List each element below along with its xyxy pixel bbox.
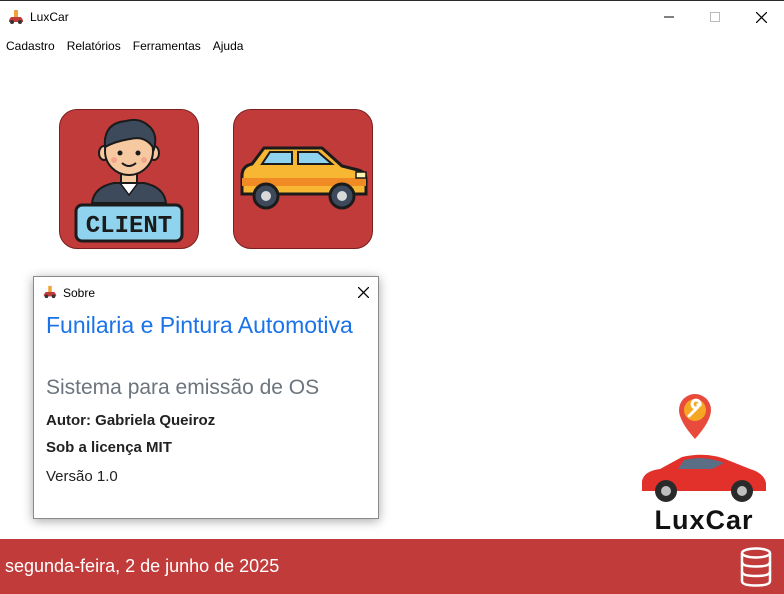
app-car-icon bbox=[9, 10, 23, 24]
minimize-icon bbox=[664, 16, 674, 18]
app-car-icon bbox=[43, 285, 57, 299]
minimize-button[interactable] bbox=[646, 1, 692, 33]
title-bar[interactable]: LuxCar bbox=[0, 1, 784, 33]
vehicle-button[interactable] bbox=[233, 109, 373, 249]
menu-ferramentas[interactable]: Ferramentas bbox=[127, 37, 207, 57]
close-icon bbox=[357, 286, 369, 298]
luxcar-logo: LuxCar bbox=[636, 389, 772, 539]
client-button[interactable]: CLIENT bbox=[59, 109, 199, 249]
dialog-heading: Funilaria e Pintura Automotiva bbox=[46, 312, 353, 338]
status-bar: segunda-feira, 2 de junho de 2025 bbox=[0, 539, 784, 594]
version-label: Versão 1.0 bbox=[46, 468, 118, 485]
menu-bar: Cadastro Relatórios Ferramentas Ajuda bbox=[0, 37, 249, 57]
window-title: LuxCar bbox=[30, 10, 69, 24]
status-date: segunda-feira, 2 de junho de 2025 bbox=[5, 556, 280, 576]
menu-relatorios[interactable]: Relatórios bbox=[61, 37, 127, 57]
red-car-icon bbox=[642, 454, 766, 502]
license-label: Sob a licença MIT bbox=[46, 439, 172, 456]
client-icon: CLIENT bbox=[74, 118, 184, 243]
dialog-close-button[interactable] bbox=[354, 283, 372, 301]
menu-cadastro[interactable]: Cadastro bbox=[0, 37, 61, 57]
menu-ajuda[interactable]: Ajuda bbox=[207, 37, 250, 57]
dialog-subheading: Sistema para emissão de OS bbox=[46, 376, 320, 399]
database-icon[interactable] bbox=[739, 547, 773, 587]
maximize-icon bbox=[710, 12, 720, 22]
main-window: LuxCar Cadastro Relatórios Ferramentas A… bbox=[0, 0, 784, 594]
maximize-button[interactable] bbox=[692, 1, 738, 33]
client-sign-text: CLIENT bbox=[86, 213, 172, 240]
logo-text: LuxCar bbox=[654, 505, 754, 535]
close-icon bbox=[755, 11, 767, 23]
car-icon bbox=[240, 146, 368, 210]
about-dialog: Sobre Funilaria e Pintura Automotiva Sis… bbox=[33, 276, 379, 519]
close-button[interactable] bbox=[738, 1, 784, 33]
dialog-title: Sobre bbox=[63, 286, 96, 300]
author-label: Autor: Gabriela Queiroz bbox=[46, 412, 216, 429]
wrench-pin-icon bbox=[679, 394, 711, 439]
